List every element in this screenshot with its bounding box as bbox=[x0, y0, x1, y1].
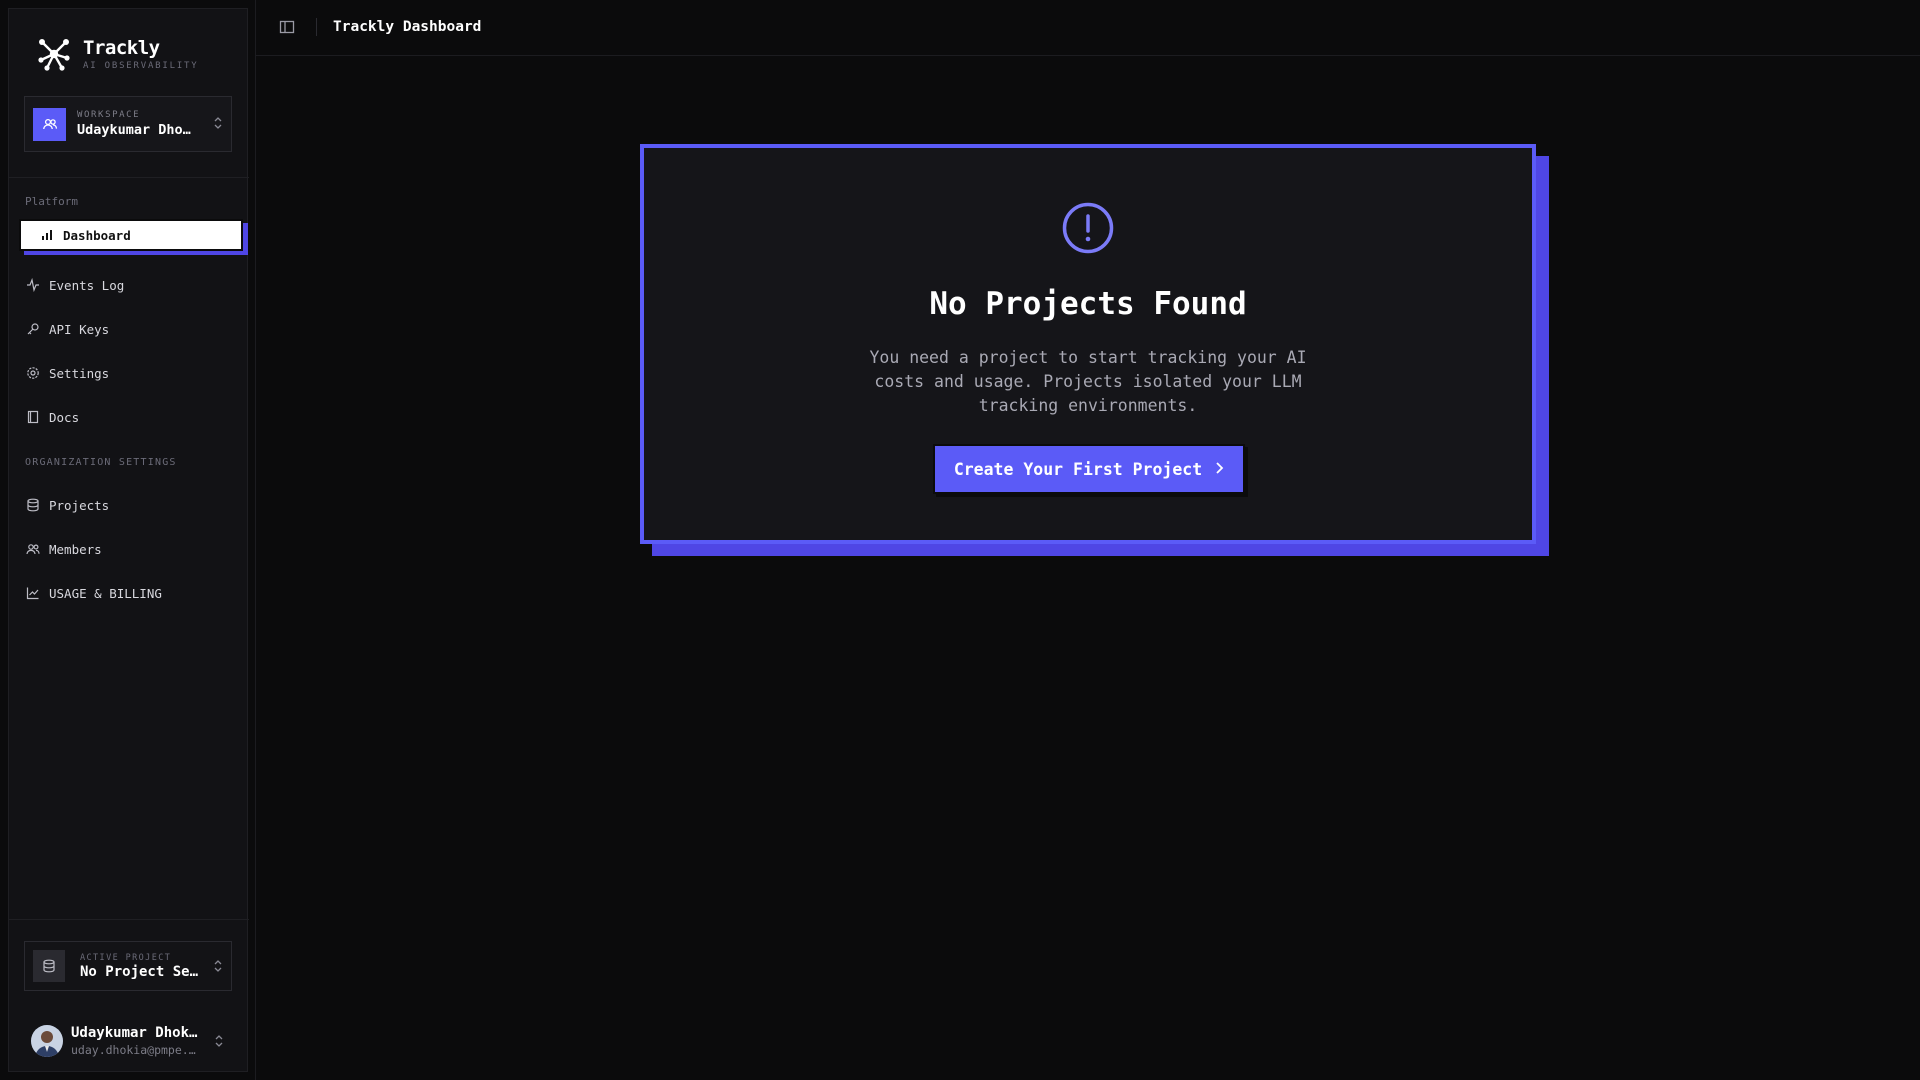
chevron-updown-icon bbox=[213, 958, 223, 978]
divider bbox=[316, 18, 317, 36]
workspace-users-icon bbox=[33, 107, 66, 141]
divider bbox=[9, 177, 249, 178]
sidebar-item-docs[interactable]: Docs bbox=[25, 402, 240, 432]
sidebar-item-usage-billing[interactable]: USAGE & BILLING bbox=[25, 578, 240, 608]
empty-state-title: No Projects Found bbox=[929, 286, 1247, 322]
page-title: Trackly Dashboard bbox=[333, 19, 482, 35]
sidebar-item-label: Docs bbox=[49, 409, 80, 425]
avatar bbox=[31, 1025, 63, 1057]
sidebar-item-dashboard[interactable]: Dashboard bbox=[19, 219, 243, 251]
active-project-label: ACTIVE PROJECT bbox=[80, 952, 172, 963]
empty-state-card: No Projects Found You need a project to … bbox=[640, 144, 1536, 544]
sidebar-item-label: Events Log bbox=[49, 277, 125, 293]
workspace-name: Udaykumar Dhokia's Workspace bbox=[77, 122, 197, 138]
sidebar-item-label: Members bbox=[49, 541, 102, 557]
database-icon bbox=[25, 497, 41, 513]
chevron-right-icon bbox=[1214, 460, 1224, 479]
create-first-project-label: Create Your First Project bbox=[953, 459, 1203, 479]
sidebar: Trackly AI OBSERVABILITY WORKSPACE Udayk… bbox=[8, 8, 249, 1072]
top-bar: Trackly Dashboard bbox=[256, 0, 1920, 56]
brand[interactable]: Trackly AI OBSERVABILITY bbox=[35, 35, 199, 73]
brand-subtitle: AI OBSERVABILITY bbox=[83, 60, 199, 71]
sidebar-item-api-keys[interactable]: API Keys bbox=[25, 314, 240, 344]
active-project-name: No Project Selected bbox=[80, 963, 200, 980]
panel-left-icon bbox=[279, 20, 295, 34]
create-first-project-button[interactable]: Create Your First Project bbox=[933, 444, 1245, 494]
alert-circle-icon bbox=[1062, 202, 1114, 254]
sidebar-item-label: Settings bbox=[49, 365, 110, 381]
nav-heading-platform: Platform bbox=[25, 195, 78, 208]
brand-title: Trackly bbox=[83, 36, 160, 59]
sidebar-item-label: API Keys bbox=[49, 321, 110, 337]
book-icon bbox=[25, 409, 41, 425]
sidebar-item-label: Projects bbox=[49, 497, 110, 513]
sidebar-item-events-log[interactable]: Events Log bbox=[25, 270, 240, 300]
active-project-switcher[interactable]: ACTIVE PROJECT No Project Selected bbox=[24, 941, 232, 991]
gear-icon bbox=[25, 365, 41, 381]
database-icon bbox=[33, 950, 65, 982]
sidebar-toggle-button[interactable] bbox=[278, 18, 296, 36]
divider bbox=[9, 919, 249, 920]
sidebar-item-settings[interactable]: Settings bbox=[25, 358, 240, 388]
user-email: uday.dhokia@pmpe... bbox=[71, 1043, 201, 1057]
divider bbox=[255, 0, 256, 1080]
sidebar-item-projects[interactable]: Projects bbox=[25, 490, 240, 520]
activity-icon bbox=[25, 277, 41, 293]
chevron-updown-icon bbox=[214, 1033, 224, 1053]
sidebar-item-label: USAGE & BILLING bbox=[49, 585, 162, 601]
key-icon bbox=[25, 321, 41, 337]
sidebar-item-members[interactable]: Members bbox=[25, 534, 240, 564]
sidebar-item-label: Dashboard bbox=[63, 227, 131, 243]
users-icon bbox=[25, 541, 41, 557]
line-chart-icon bbox=[25, 585, 41, 601]
workspace-switcher[interactable]: WORKSPACE Udaykumar Dhokia's Workspace bbox=[24, 96, 232, 152]
workspace-label: WORKSPACE bbox=[77, 110, 141, 120]
user-name: Udaykumar Dhokia bbox=[71, 1025, 201, 1041]
user-menu[interactable]: Udaykumar Dhokia uday.dhokia@pmpe... bbox=[31, 1019, 231, 1063]
nav-heading-organization: ORGANIZATION SETTINGS bbox=[25, 457, 177, 468]
empty-state-description: You need a project to start tracking you… bbox=[869, 348, 1307, 415]
bar-chart-icon bbox=[39, 227, 55, 243]
chevron-updown-icon bbox=[213, 115, 223, 135]
trackly-logo-icon bbox=[35, 35, 73, 73]
